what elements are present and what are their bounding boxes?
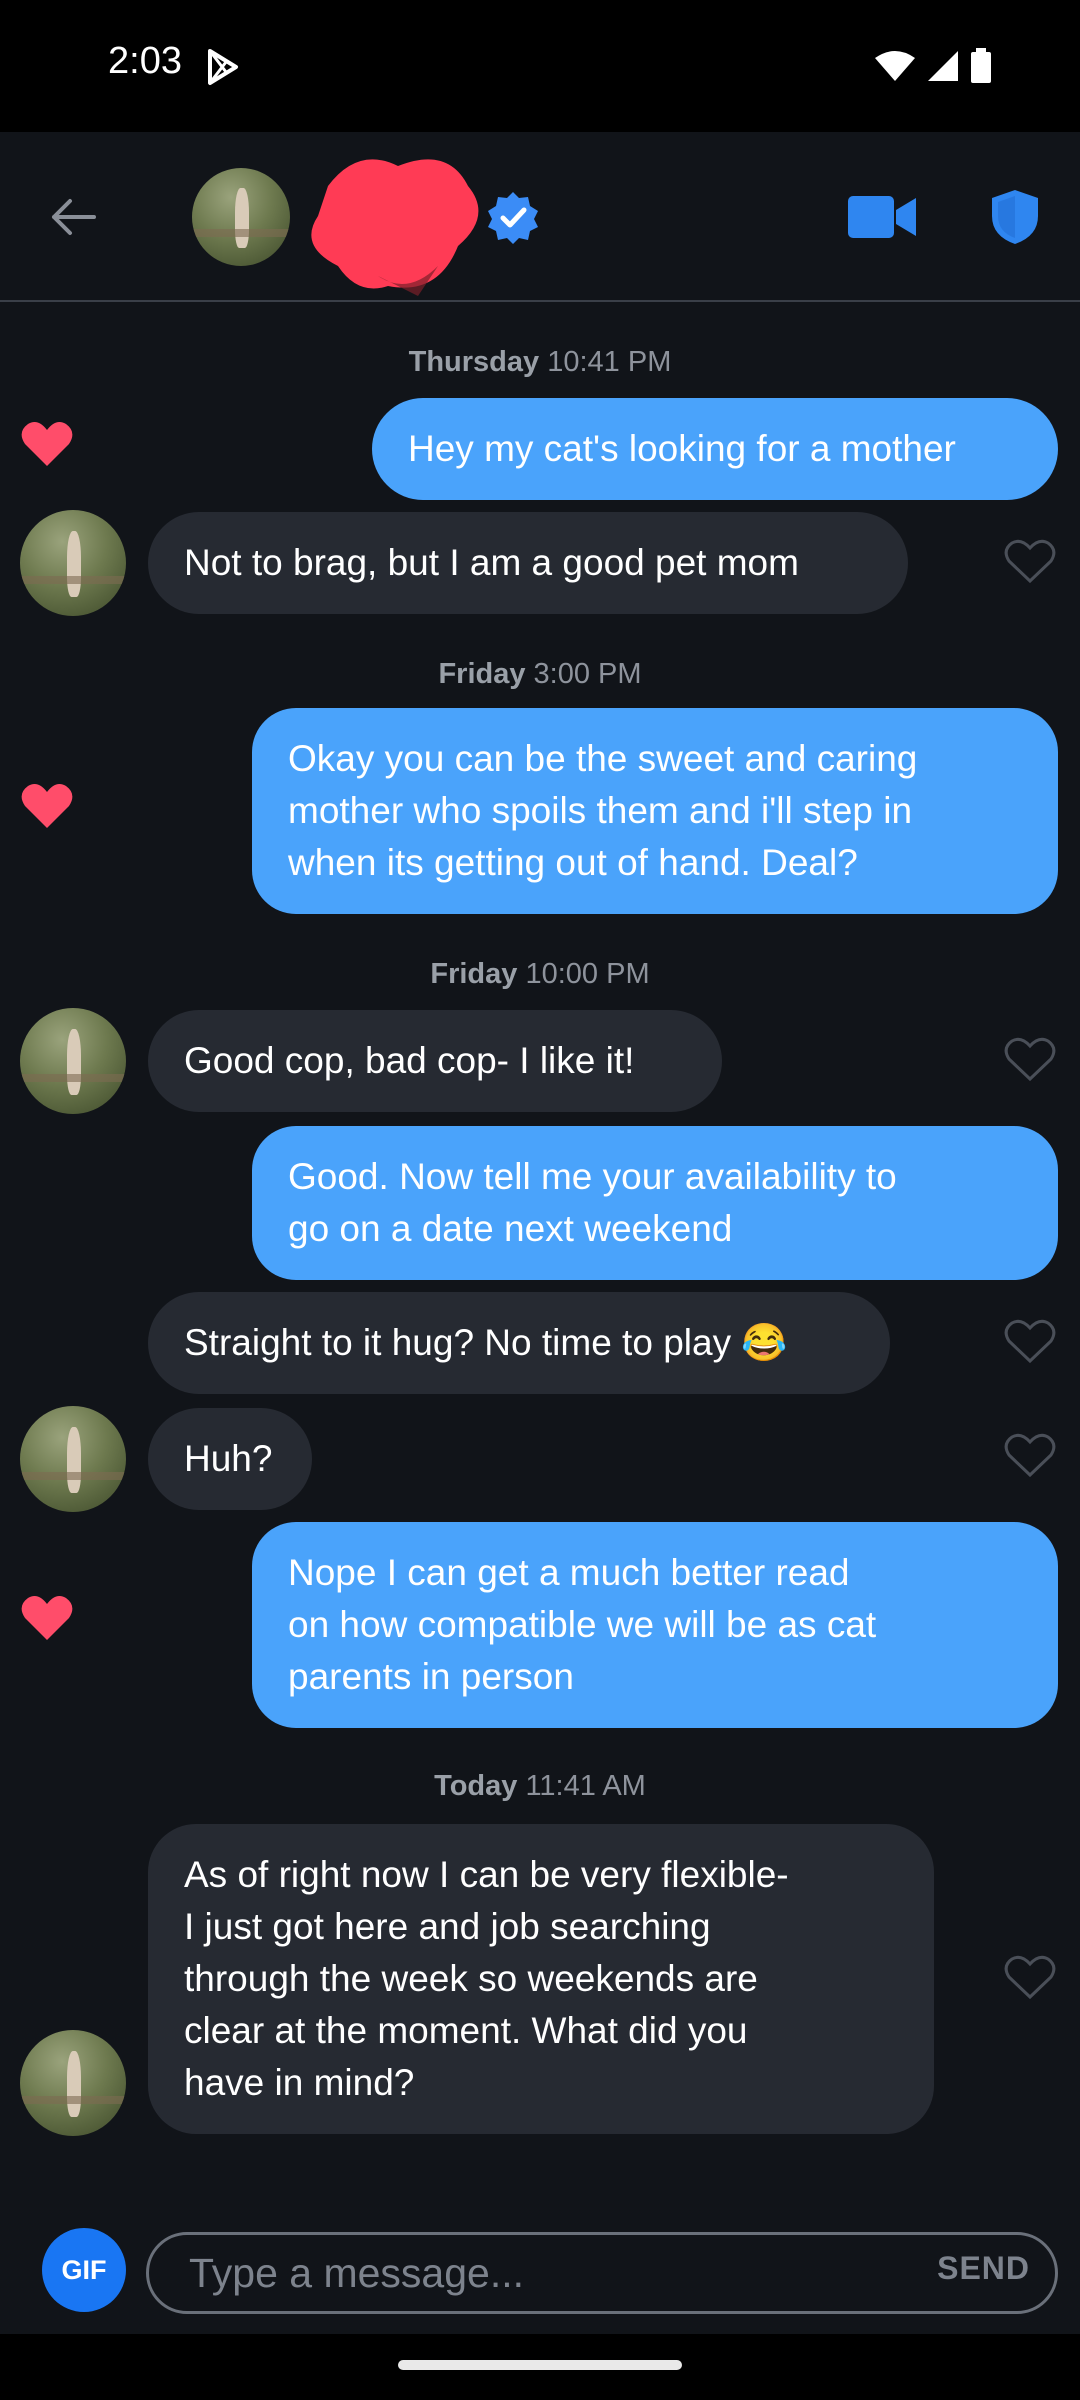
incoming-message[interactable]: Straight to it hug? No time to play 😂 (148, 1292, 890, 1394)
incoming-message[interactable]: Huh? (148, 1408, 312, 1510)
incoming-message[interactable]: Good cop, bad cop- I like it! (148, 1010, 722, 1112)
sender-avatar[interactable] (20, 1008, 126, 1114)
message-list[interactable]: Thursday 10:41 PM Hey my cat's looking f… (0, 304, 1080, 2204)
home-indicator[interactable] (398, 2360, 682, 2370)
like-heart-icon[interactable] (1004, 538, 1056, 584)
chat-header (0, 132, 1080, 302)
system-nav-bar (0, 2334, 1080, 2400)
battery-icon (971, 48, 991, 83)
redacted-name[interactable] (298, 146, 488, 296)
incoming-message[interactable]: Not to brag, but I am a good pet mom (148, 512, 908, 614)
like-heart-icon[interactable] (1004, 1432, 1056, 1478)
signal-icon (928, 51, 958, 81)
back-button[interactable] (40, 184, 106, 250)
sender-avatar[interactable] (20, 510, 126, 616)
message-text: Good cop, bad cop- I like it! (184, 1040, 635, 1081)
message-text: Okay you can be the sweet and caring mot… (288, 738, 918, 883)
like-heart-icon[interactable] (1004, 1954, 1056, 2000)
send-button[interactable]: SEND (937, 2250, 1030, 2287)
like-heart-icon[interactable] (1004, 1318, 1056, 1364)
message-text: Huh? (184, 1438, 273, 1479)
message-composer: GIF SEND (0, 2204, 1080, 2334)
outgoing-message[interactable]: Hey my cat's looking for a mother (372, 398, 1058, 500)
sender-avatar[interactable] (20, 1406, 126, 1512)
like-heart-icon[interactable] (1004, 1036, 1056, 1082)
play-store-icon (208, 49, 238, 85)
message-text: Good. Now tell me your availability to g… (288, 1156, 897, 1249)
timestamp: Friday 3:00 PM (438, 658, 642, 690)
status-bar: 2:03 (0, 0, 1080, 132)
outgoing-message[interactable]: Good. Now tell me your availability to g… (252, 1126, 1058, 1280)
outgoing-message[interactable]: Nope I can get a much better read on how… (252, 1522, 1058, 1728)
timestamp: Friday 10:00 PM (430, 958, 650, 990)
status-icons (874, 48, 992, 84)
message-text: As of right now I can be very flexible- … (184, 1854, 789, 2103)
timestamp: Today 11:41 AM (434, 1770, 646, 1802)
message-text: Nope I can get a much better read on how… (288, 1552, 877, 1697)
message-text: Straight to it hug? No time to play 😂 (184, 1322, 788, 1363)
message-text: Hey my cat's looking for a mother (408, 428, 956, 469)
arrow-left-icon (52, 199, 96, 235)
outgoing-message[interactable]: Okay you can be the sweet and caring mot… (252, 708, 1058, 914)
message-input[interactable] (146, 2232, 1058, 2314)
incoming-message[interactable]: As of right now I can be very flexible- … (148, 1824, 934, 2134)
wifi-icon (875, 51, 915, 81)
liked-heart-icon[interactable] (20, 782, 74, 830)
shield-icon[interactable] (990, 188, 1040, 246)
verified-badge-icon (488, 192, 538, 244)
timestamp: Thursday 10:41 PM (408, 346, 672, 378)
video-call-icon[interactable] (846, 192, 918, 242)
liked-heart-icon[interactable] (20, 1594, 74, 1642)
sender-avatar[interactable] (20, 2030, 126, 2136)
status-time: 2:03 (108, 40, 182, 82)
gif-button[interactable]: GIF (42, 2228, 126, 2312)
match-avatar[interactable] (192, 168, 290, 266)
message-text: Not to brag, but I am a good pet mom (184, 542, 799, 583)
liked-heart-icon[interactable] (20, 420, 74, 468)
